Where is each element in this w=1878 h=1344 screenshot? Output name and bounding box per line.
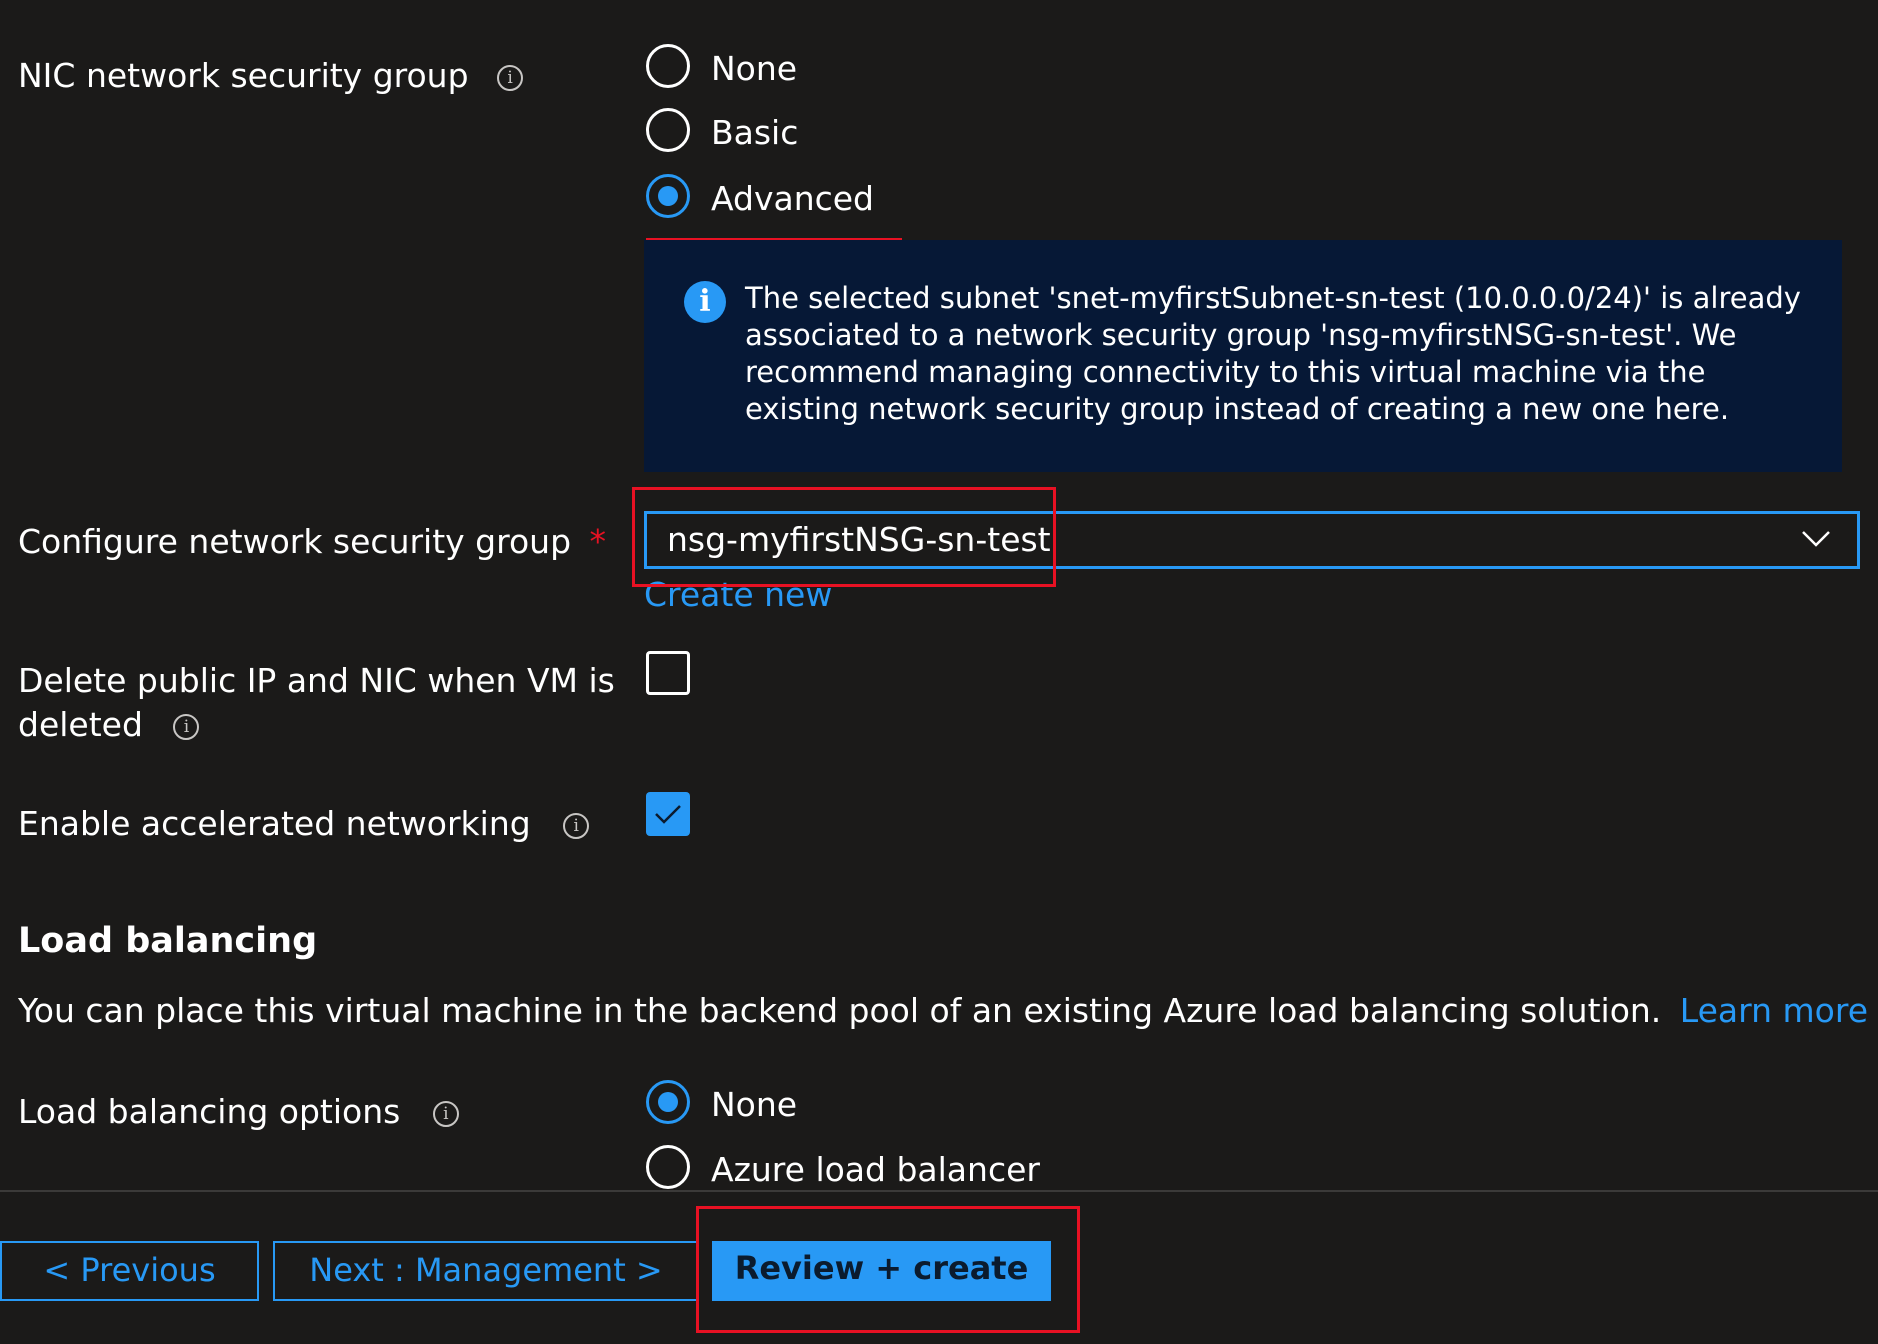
delete-public-ip-label-line1: Delete public IP and NIC when VM is	[18, 661, 615, 700]
accelerated-networking-label-row: Enable accelerated networking i	[18, 802, 590, 846]
load-balancing-radio-azure-lb-label[interactable]: Azure load balancer	[711, 1148, 1040, 1192]
previous-button[interactable]: < Previous	[0, 1241, 259, 1301]
footer-divider	[0, 1190, 1878, 1192]
info-icon[interactable]: i	[173, 713, 200, 740]
create-new-link[interactable]: Create new	[644, 573, 832, 617]
load-balancing-radio-azure-lb[interactable]	[646, 1145, 690, 1189]
delete-public-ip-label-row2: deleted i	[18, 703, 200, 747]
load-balancing-options-label: Load balancing options	[18, 1092, 401, 1131]
nic-nsg-radio-advanced-label[interactable]: Advanced	[711, 177, 874, 221]
checkmark-icon	[655, 805, 681, 824]
nic-nsg-radio-basic[interactable]	[646, 108, 690, 152]
accelerated-networking-checkbox[interactable]	[646, 792, 690, 836]
load-balancing-title: Load balancing	[18, 921, 318, 961]
info-icon[interactable]: i	[563, 812, 590, 839]
required-marker: *	[589, 522, 607, 561]
load-balancing-description: You can place this virtual machine in th…	[18, 991, 1662, 1030]
accelerated-networking-label: Enable accelerated networking	[18, 804, 531, 843]
nic-nsg-label: NIC network security group	[18, 56, 469, 95]
load-balancing-radio-none-label[interactable]: None	[711, 1083, 797, 1127]
load-balancing-options-label-row: Load balancing options i	[18, 1090, 459, 1134]
configure-nsg-dropdown-value: nsg-myfirstNSG-sn-test	[667, 520, 1051, 559]
delete-public-ip-label-line2: deleted	[18, 705, 143, 744]
chevron-down-icon	[1802, 531, 1830, 547]
configure-nsg-label: Configure network security group	[18, 522, 572, 561]
load-balancing-description-row: You can place this virtual machine in th…	[18, 989, 1878, 1033]
info-filled-icon: i	[684, 281, 726, 323]
nic-nsg-radio-none-label[interactable]: None	[711, 47, 797, 91]
learn-more-link[interactable]: Learn more	[1680, 991, 1868, 1030]
info-icon[interactable]: i	[497, 64, 524, 91]
info-message-text: The selected subnet 'snet-myfirstSubnet-…	[745, 281, 1801, 426]
nic-nsg-radio-none[interactable]	[646, 44, 690, 88]
nic-nsg-radio-advanced[interactable]	[646, 174, 690, 218]
configure-nsg-dropdown[interactable]: nsg-myfirstNSG-sn-test	[644, 511, 1860, 569]
info-icon[interactable]: i	[432, 1100, 459, 1127]
next-management-button[interactable]: Next : Management >	[273, 1241, 699, 1301]
delete-public-ip-checkbox[interactable]	[646, 651, 690, 695]
nic-nsg-label-row: NIC network security group i	[18, 54, 524, 98]
review-create-button[interactable]: Review + create	[712, 1241, 1051, 1301]
nic-nsg-radio-basic-label[interactable]: Basic	[711, 111, 798, 155]
configure-nsg-label-row: Configure network security group *	[18, 520, 606, 564]
load-balancing-radio-none[interactable]	[646, 1080, 690, 1124]
